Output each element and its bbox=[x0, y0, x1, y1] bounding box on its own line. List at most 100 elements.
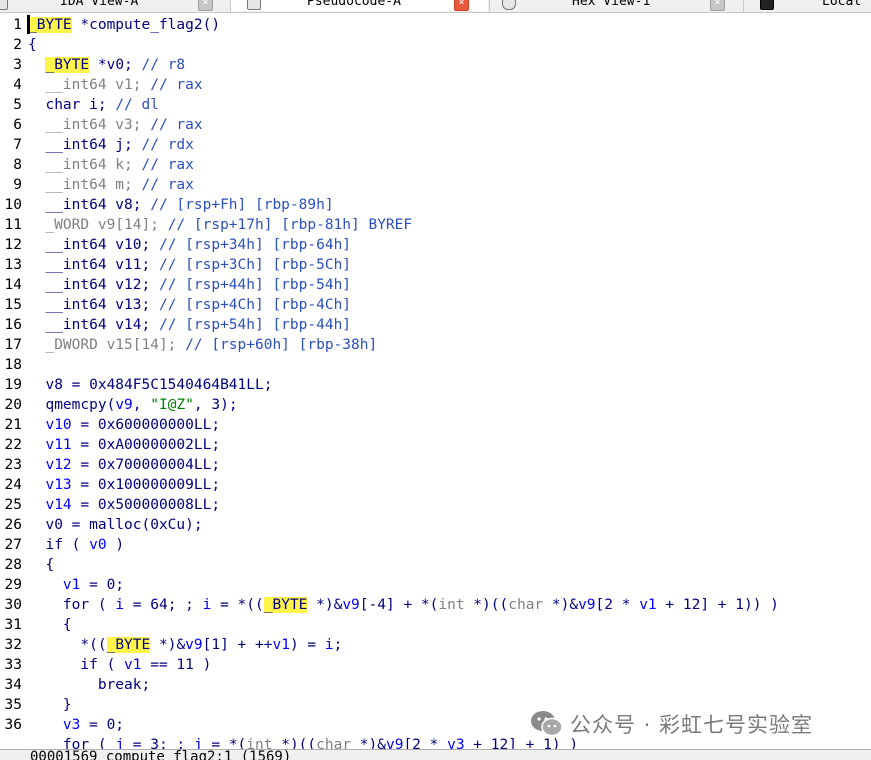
statement[interactable]: = 0x600000000LL; bbox=[72, 417, 220, 433]
tab-hex-view-1[interactable]: Hex View-1 × bbox=[490, 0, 742, 11]
variable-token[interactable]: v9 bbox=[386, 737, 403, 749]
variable-token[interactable]: v10 bbox=[45, 417, 71, 433]
variable-token[interactable]: i bbox=[115, 597, 124, 613]
code-line[interactable]: break; bbox=[28, 675, 871, 695]
type-token[interactable]: int bbox=[438, 597, 464, 613]
type-token[interactable]: _BYTE bbox=[106, 637, 151, 653]
function-signature[interactable]: *compute_flag2() bbox=[72, 17, 220, 33]
code-line[interactable]: __int64 v14; // [rsp+54h] [rbp-44h] bbox=[28, 315, 871, 335]
code-line[interactable]: __int64 v11; // [rsp+3Ch] [rbp-5Ch] bbox=[28, 255, 871, 275]
statement[interactable]: = 0x100000009LL; bbox=[72, 477, 220, 493]
variable-token[interactable]: v9 bbox=[578, 597, 595, 613]
code-line[interactable]: __int64 v1; // rax bbox=[28, 75, 871, 95]
variable-token[interactable]: v12 bbox=[45, 457, 71, 473]
declaration[interactable]: __int64 v10; bbox=[45, 237, 159, 253]
declaration[interactable]: char i; bbox=[45, 97, 115, 113]
variable-token[interactable]: i bbox=[325, 637, 334, 653]
variable-token[interactable]: v1 bbox=[639, 597, 656, 613]
declaration[interactable]: __int64 j; bbox=[45, 137, 141, 153]
variable-token[interactable]: v1 bbox=[63, 577, 80, 593]
code-line[interactable]: v11 = 0xA00000002LL; bbox=[28, 435, 871, 455]
code-line[interactable]: __int64 v3; // rax bbox=[28, 115, 871, 135]
declaration[interactable]: _WORD v9[14]; bbox=[45, 217, 167, 233]
variable-token[interactable]: v9 bbox=[342, 597, 359, 613]
code-line[interactable]: v1 = 0; bbox=[28, 575, 871, 595]
declaration[interactable]: __int64 v13; bbox=[45, 297, 159, 313]
statement[interactable]: = 0x500000008LL; bbox=[72, 497, 220, 513]
variable-token[interactable]: v13 bbox=[45, 477, 71, 493]
declaration[interactable]: __int64 k; bbox=[45, 157, 141, 173]
pseudocode-view[interactable]: _BYTE *compute_flag2() { _BYTE *v0; // r… bbox=[28, 15, 871, 749]
declaration[interactable]: _DWORD v15[14]; bbox=[45, 337, 185, 353]
statement[interactable]: v0 = malloc(0xCu); bbox=[45, 517, 202, 533]
type-token[interactable]: char bbox=[508, 597, 543, 613]
tab-ida-view-a[interactable]: IDA View-A × bbox=[0, 0, 228, 11]
code-line[interactable]: __int64 v13; // [rsp+4Ch] [rbp-4Ch] bbox=[28, 295, 871, 315]
declaration[interactable]: __int64 v11; bbox=[45, 257, 159, 273]
close-icon[interactable]: × bbox=[198, 0, 213, 11]
code-line[interactable]: v14 = 0x500000008LL; bbox=[28, 495, 871, 515]
keyword-for[interactable]: for ( bbox=[63, 597, 115, 613]
tab-pseudocode-a[interactable]: Pseudocode-A × bbox=[231, 0, 488, 11]
declaration[interactable]: __int64 v1; bbox=[45, 77, 150, 93]
variable-token[interactable]: v11 bbox=[45, 437, 71, 453]
code-line[interactable]: v10 = 0x600000000LL; bbox=[28, 415, 871, 435]
code-line[interactable]: v8 = 0x484F5C1540464B41LL; bbox=[28, 375, 871, 395]
code-line[interactable]: __int64 v10; // [rsp+34h] [rbp-64h] bbox=[28, 235, 871, 255]
code-line[interactable]: qmemcpy(v9, "I@Z", 3); bbox=[28, 395, 871, 415]
code-line[interactable]: *((_BYTE *)&v9[1] + ++v1) = i; bbox=[28, 635, 871, 655]
code-line[interactable]: __int64 j; // rdx bbox=[28, 135, 871, 155]
statement[interactable]: = 0; bbox=[80, 717, 124, 733]
close-icon[interactable]: × bbox=[710, 0, 725, 11]
close-icon[interactable]: × bbox=[454, 0, 469, 11]
variable-token[interactable]: v3 bbox=[447, 737, 464, 749]
variable-token[interactable]: v3 bbox=[63, 717, 80, 733]
string-literal[interactable]: "I@Z" bbox=[150, 397, 194, 413]
code-line[interactable]: _BYTE *compute_flag2() bbox=[28, 15, 871, 35]
code-line[interactable]: _DWORD v15[14]; // [rsp+60h] [rbp-38h] bbox=[28, 335, 871, 355]
declaration[interactable]: __int64 v3; bbox=[45, 117, 150, 133]
type-token[interactable]: _BYTE bbox=[263, 597, 308, 613]
code-line[interactable]: { bbox=[28, 615, 871, 635]
statement[interactable]: = 0xA00000002LL; bbox=[72, 437, 220, 453]
variable-token[interactable]: v1 bbox=[124, 657, 141, 673]
type-token[interactable]: char bbox=[316, 737, 351, 749]
code-line[interactable]: if ( v0 ) bbox=[28, 535, 871, 555]
code-line[interactable]: _WORD v9[14]; // [rsp+17h] [rbp-81h] BYR… bbox=[28, 215, 871, 235]
code-line[interactable]: for ( i = 64; ; i = *((_BYTE *)&v9[-4] +… bbox=[28, 595, 871, 615]
tab-local[interactable]: Local bbox=[744, 0, 871, 11]
code-line[interactable]: if ( v1 == 11 ) bbox=[28, 655, 871, 675]
code-line[interactable] bbox=[28, 355, 871, 375]
code-line[interactable]: v12 = 0x700000004LL; bbox=[28, 455, 871, 475]
type-token[interactable]: int bbox=[246, 737, 272, 749]
variable-token[interactable]: v9 bbox=[115, 397, 132, 413]
variable-token[interactable]: v0 bbox=[89, 537, 106, 553]
declaration[interactable]: __int64 v12; bbox=[45, 277, 159, 293]
code-line[interactable]: v0 = malloc(0xCu); bbox=[28, 515, 871, 535]
code-line[interactable]: __int64 v8; // [rsp+Fh] [rbp-89h] bbox=[28, 195, 871, 215]
keyword-for[interactable]: for ( bbox=[63, 737, 115, 749]
declaration[interactable]: *v0; bbox=[89, 57, 141, 73]
type-token[interactable]: _BYTE bbox=[45, 57, 90, 73]
variable-token[interactable]: v14 bbox=[45, 497, 71, 513]
keyword-break[interactable]: break; bbox=[98, 677, 150, 693]
statement[interactable]: v8 = 0x484F5C1540464B41LL; bbox=[45, 377, 272, 393]
code-line[interactable]: _BYTE *v0; // r8 bbox=[28, 55, 871, 75]
type-token[interactable]: _BYTE bbox=[28, 17, 72, 33]
code-line[interactable]: v13 = 0x100000009LL; bbox=[28, 475, 871, 495]
code-line[interactable]: __int64 v12; // [rsp+44h] [rbp-54h] bbox=[28, 275, 871, 295]
declaration[interactable]: __int64 v14; bbox=[45, 317, 159, 333]
variable-token[interactable]: v1 bbox=[272, 637, 289, 653]
code-line[interactable]: char i; // dl bbox=[28, 95, 871, 115]
code-line[interactable]: __int64 m; // rax bbox=[28, 175, 871, 195]
statement[interactable]: = 0x700000004LL; bbox=[72, 457, 220, 473]
code-line[interactable]: { bbox=[28, 35, 871, 55]
keyword-if[interactable]: if ( bbox=[45, 537, 89, 553]
function-call[interactable]: qmemcpy( bbox=[45, 397, 115, 413]
keyword-if[interactable]: if ( bbox=[80, 657, 124, 673]
variable-token[interactable]: v9 bbox=[185, 637, 202, 653]
code-line[interactable]: { bbox=[28, 555, 871, 575]
declaration[interactable]: __int64 m; bbox=[45, 177, 141, 193]
variable-token[interactable]: j bbox=[194, 737, 203, 749]
declaration[interactable]: __int64 v8; bbox=[45, 197, 150, 213]
